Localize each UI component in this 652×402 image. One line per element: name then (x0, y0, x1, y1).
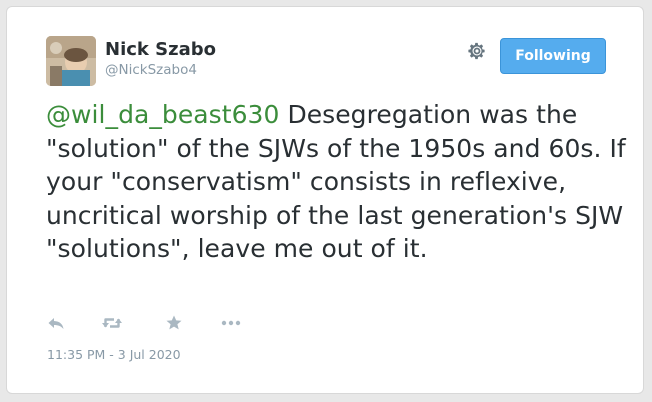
more-icon[interactable] (220, 313, 242, 333)
tweet-timestamp[interactable]: 11:35 PM - 3 Jul 2020 (47, 347, 181, 362)
mention-link[interactable]: @wil_da_beast630 (46, 100, 279, 129)
tweet-card: Nick Szabo @NickSzabo4 Following @wil_da… (6, 6, 644, 394)
gear-icon[interactable] (467, 41, 487, 61)
following-button[interactable]: Following (500, 38, 606, 74)
like-icon[interactable] (164, 313, 186, 333)
display-name[interactable]: Nick Szabo (105, 39, 216, 60)
reply-icon[interactable] (46, 313, 68, 333)
avatar-image (46, 36, 96, 86)
retweet-icon[interactable] (101, 313, 123, 333)
user-handle[interactable]: @NickSzabo4 (105, 62, 197, 78)
avatar[interactable] (46, 36, 96, 86)
tweet-text: @wil_da_beast630 Desegregation was the "… (46, 98, 626, 266)
